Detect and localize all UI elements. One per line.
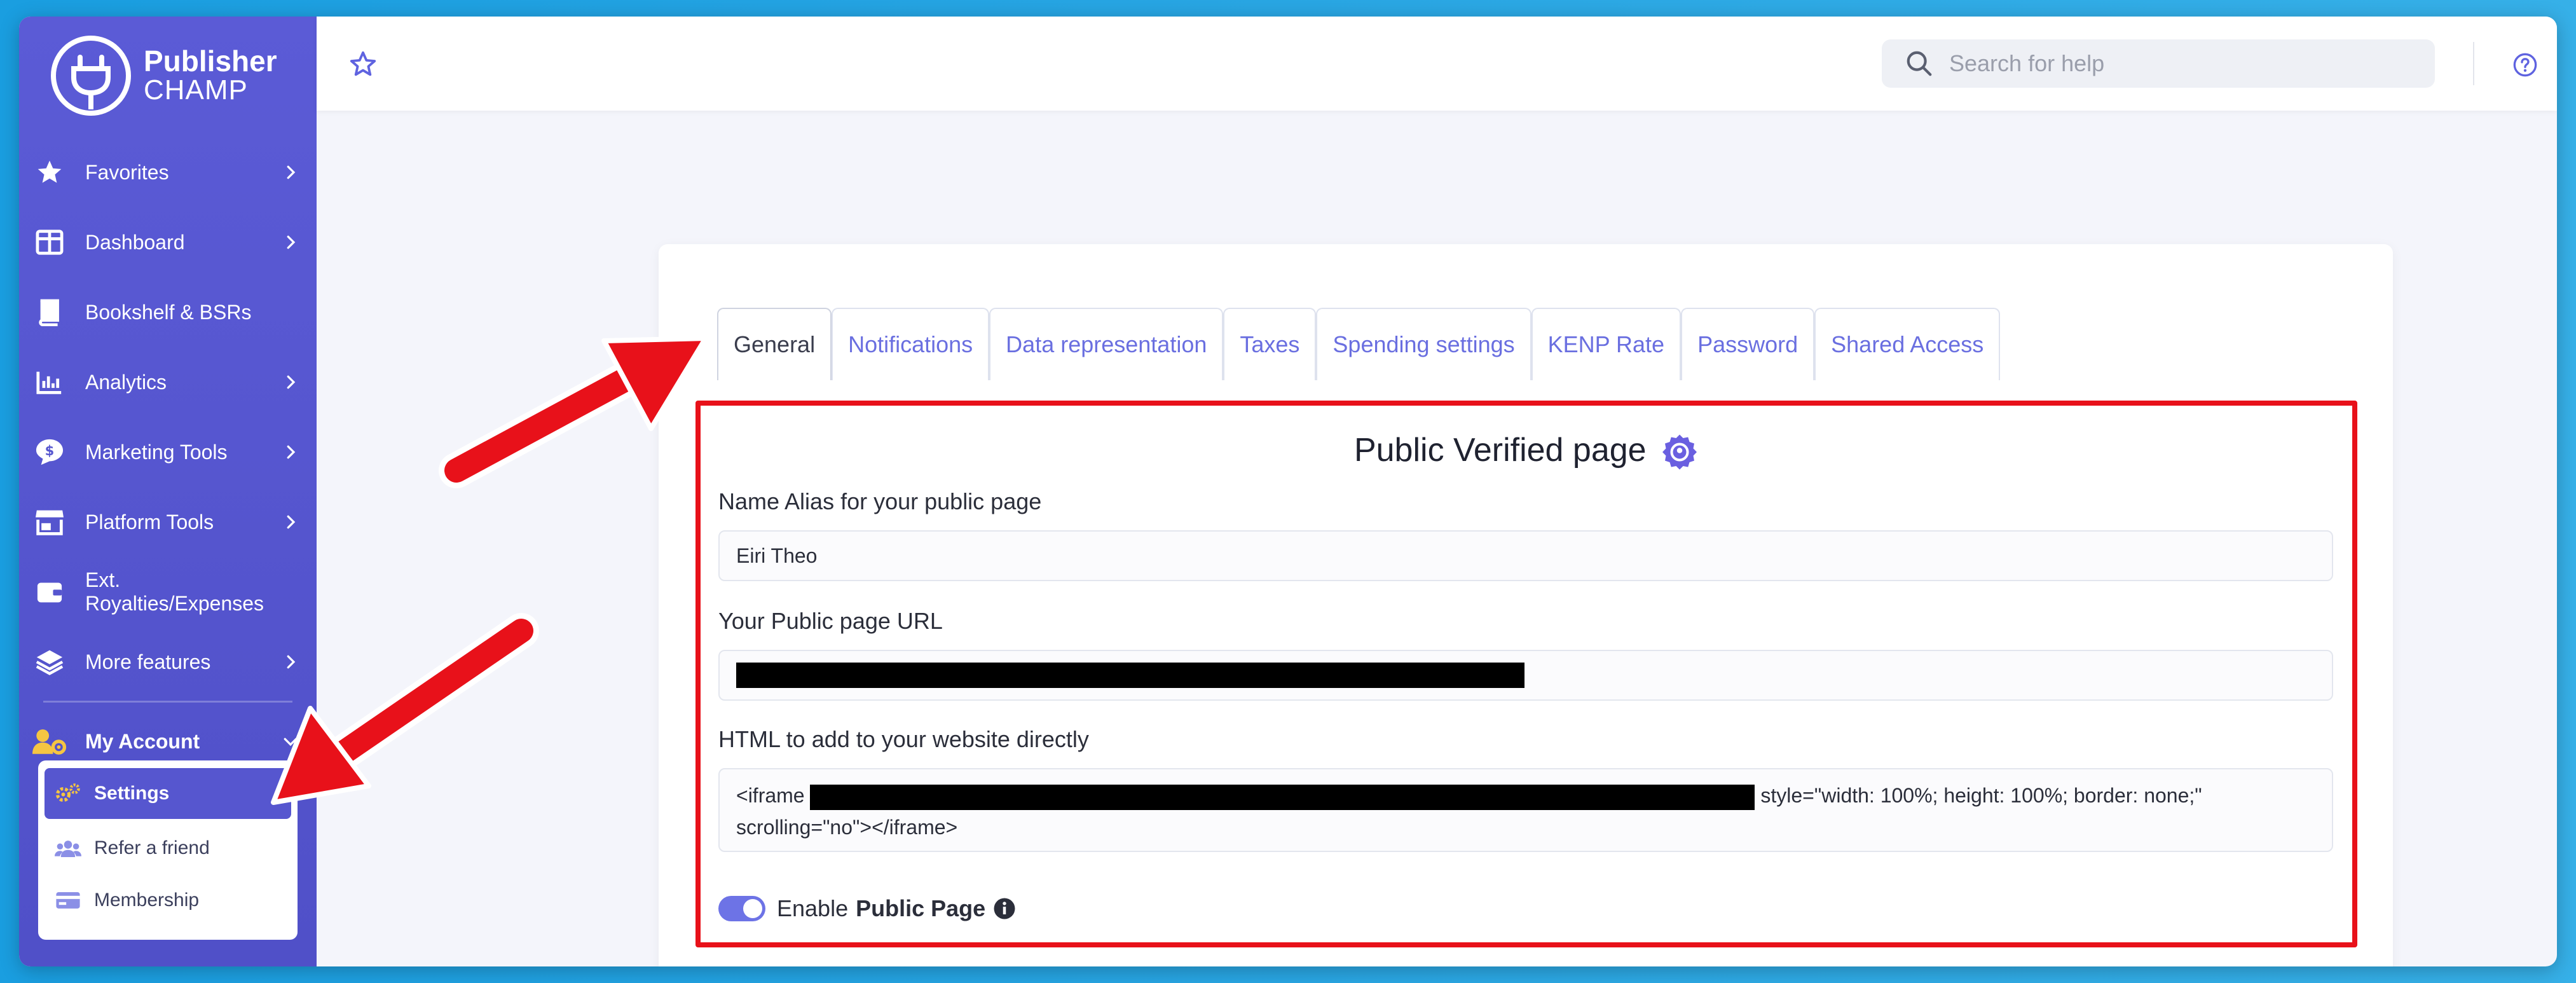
toggle-label-prefix: Enable bbox=[777, 895, 849, 921]
public-page-panel: Public Verified page Name Alias for your… bbox=[695, 401, 2357, 947]
submenu-item-label: Membership bbox=[94, 890, 200, 911]
layers-icon bbox=[31, 646, 69, 678]
brand-name: Publisher bbox=[144, 45, 277, 78]
sidebar-item-label: Bookshelf & BSRs bbox=[85, 300, 252, 324]
book-icon bbox=[31, 296, 69, 328]
sidebar-nav: Favorites Dashboard Bookshelf & BSRs Ana… bbox=[19, 137, 317, 776]
submenu-item-label: Settings bbox=[94, 783, 170, 804]
redacted-url bbox=[736, 663, 1524, 688]
settings-card: General Notifications Data representatio… bbox=[659, 244, 2393, 966]
submenu-item-label: Refer a friend bbox=[94, 837, 210, 858]
html-code-prefix: <iframe bbox=[736, 784, 805, 807]
topbar-divider bbox=[2473, 42, 2474, 85]
toggle-knob bbox=[743, 899, 762, 918]
account-submenu: Settings Refer a friend Membership bbox=[38, 760, 298, 940]
html-embed-textarea[interactable]: <iframe style="width: 100%; height: 100%… bbox=[718, 768, 2333, 852]
html-code-suffix: style="width: 100%; height: 100%; border… bbox=[1760, 784, 2202, 807]
html-code-line2: scrolling="no"></iframe> bbox=[736, 816, 958, 839]
info-icon[interactable] bbox=[993, 897, 1016, 920]
brand-subname: CHAMP bbox=[144, 74, 248, 106]
panel-title-row: Public Verified page bbox=[701, 431, 2352, 471]
chevron-down-icon bbox=[284, 738, 298, 746]
chevron-right-icon bbox=[287, 515, 296, 529]
gears-icon bbox=[53, 783, 83, 804]
sidebar-item-platform-tools[interactable]: Platform Tools bbox=[19, 487, 317, 557]
bar-chart-icon bbox=[31, 366, 69, 398]
enable-public-page-row: Enable Public Page bbox=[718, 895, 1016, 922]
sidebar-item-label: Analytics bbox=[85, 370, 167, 394]
sidebar-divider bbox=[43, 701, 292, 703]
store-icon bbox=[31, 506, 69, 538]
verified-badge-icon bbox=[1662, 434, 1697, 470]
star-icon bbox=[31, 156, 69, 188]
public-page-toggle[interactable] bbox=[718, 896, 765, 921]
settings-tabs: General Notifications Data representatio… bbox=[717, 308, 2001, 380]
tab-password[interactable]: Password bbox=[1681, 308, 1815, 380]
sidebar-item-label: My Account bbox=[85, 729, 200, 753]
search-icon bbox=[1907, 51, 1932, 76]
tab-general[interactable]: General bbox=[717, 308, 832, 380]
svg-text:$: $ bbox=[45, 443, 55, 458]
top-bar bbox=[317, 17, 2557, 111]
dollar-chat-icon: $ bbox=[31, 436, 69, 468]
sidebar-item-ext-royalties[interactable]: Ext. Royalties/Expenses bbox=[19, 557, 317, 627]
submenu-item-settings[interactable]: Settings bbox=[45, 768, 291, 819]
plug-logo-icon bbox=[51, 36, 131, 116]
chevron-right-icon bbox=[287, 655, 296, 669]
alias-input[interactable]: Eiri Theo bbox=[718, 530, 2333, 581]
tab-kenp-rate[interactable]: KENP Rate bbox=[1531, 308, 1682, 380]
sidebar-item-favorites[interactable]: Favorites bbox=[19, 137, 317, 207]
sidebar-item-bookshelf[interactable]: Bookshelf & BSRs bbox=[19, 277, 317, 347]
sidebar-item-label: Ext. Royalties/Expenses bbox=[85, 568, 264, 615]
users-icon bbox=[53, 839, 83, 858]
sidebar-item-marketing-tools[interactable]: $ Marketing Tools bbox=[19, 417, 317, 487]
sidebar-item-dashboard[interactable]: Dashboard bbox=[19, 207, 317, 277]
sidebar-item-label: Dashboard bbox=[85, 230, 185, 254]
url-label: Your Public page URL bbox=[718, 608, 943, 634]
sidebar-item-label: Platform Tools bbox=[85, 510, 214, 533]
favorite-star-icon[interactable] bbox=[348, 50, 378, 79]
chevron-right-icon bbox=[287, 445, 296, 459]
tab-taxes[interactable]: Taxes bbox=[1223, 308, 1317, 380]
sidebar-item-more-features[interactable]: More features bbox=[19, 627, 317, 697]
sidebar-item-label: Marketing Tools bbox=[85, 440, 228, 464]
sidebar-item-label: Favorites bbox=[85, 160, 169, 184]
search-input[interactable] bbox=[1949, 50, 2394, 77]
tab-data-representation[interactable]: Data representation bbox=[989, 308, 1224, 380]
tab-spending-settings[interactable]: Spending settings bbox=[1316, 308, 1531, 380]
public-url-input[interactable] bbox=[718, 650, 2333, 701]
chevron-right-icon bbox=[287, 165, 296, 179]
html-code-line1: <iframe style="width: 100%; height: 100%… bbox=[736, 780, 2315, 811]
sidebar: Publisher CHAMP Favorites Dashboard Book… bbox=[19, 17, 317, 966]
brand-logo[interactable]: Publisher CHAMP bbox=[51, 28, 277, 123]
chevron-right-icon bbox=[287, 235, 296, 249]
redacted-iframe-src bbox=[810, 784, 1755, 810]
html-label: HTML to add to your website directly bbox=[718, 726, 1089, 752]
submenu-item-refer-a-friend[interactable]: Refer a friend bbox=[45, 823, 291, 874]
chevron-right-icon bbox=[287, 375, 296, 389]
alias-label: Name Alias for your public page bbox=[718, 488, 1042, 514]
sidebar-item-analytics[interactable]: Analytics bbox=[19, 347, 317, 417]
app-window: Publisher CHAMP Favorites Dashboard Book… bbox=[19, 17, 2557, 966]
wallet-icon bbox=[31, 576, 69, 608]
sidebar-item-label: More features bbox=[85, 650, 211, 673]
dashboard-icon bbox=[31, 226, 69, 258]
credit-card-icon bbox=[53, 891, 83, 910]
submenu-item-membership[interactable]: Membership bbox=[45, 875, 291, 926]
alias-value: Eiri Theo bbox=[736, 544, 818, 567]
tab-notifications[interactable]: Notifications bbox=[832, 308, 990, 380]
tab-shared-access[interactable]: Shared Access bbox=[1814, 308, 2001, 380]
help-icon[interactable] bbox=[2512, 52, 2538, 78]
search-box[interactable] bbox=[1882, 39, 2435, 88]
panel-title: Public Verified page bbox=[1353, 432, 1647, 469]
toggle-label-bold: Public Page bbox=[856, 895, 986, 921]
user-gear-icon bbox=[31, 725, 69, 757]
